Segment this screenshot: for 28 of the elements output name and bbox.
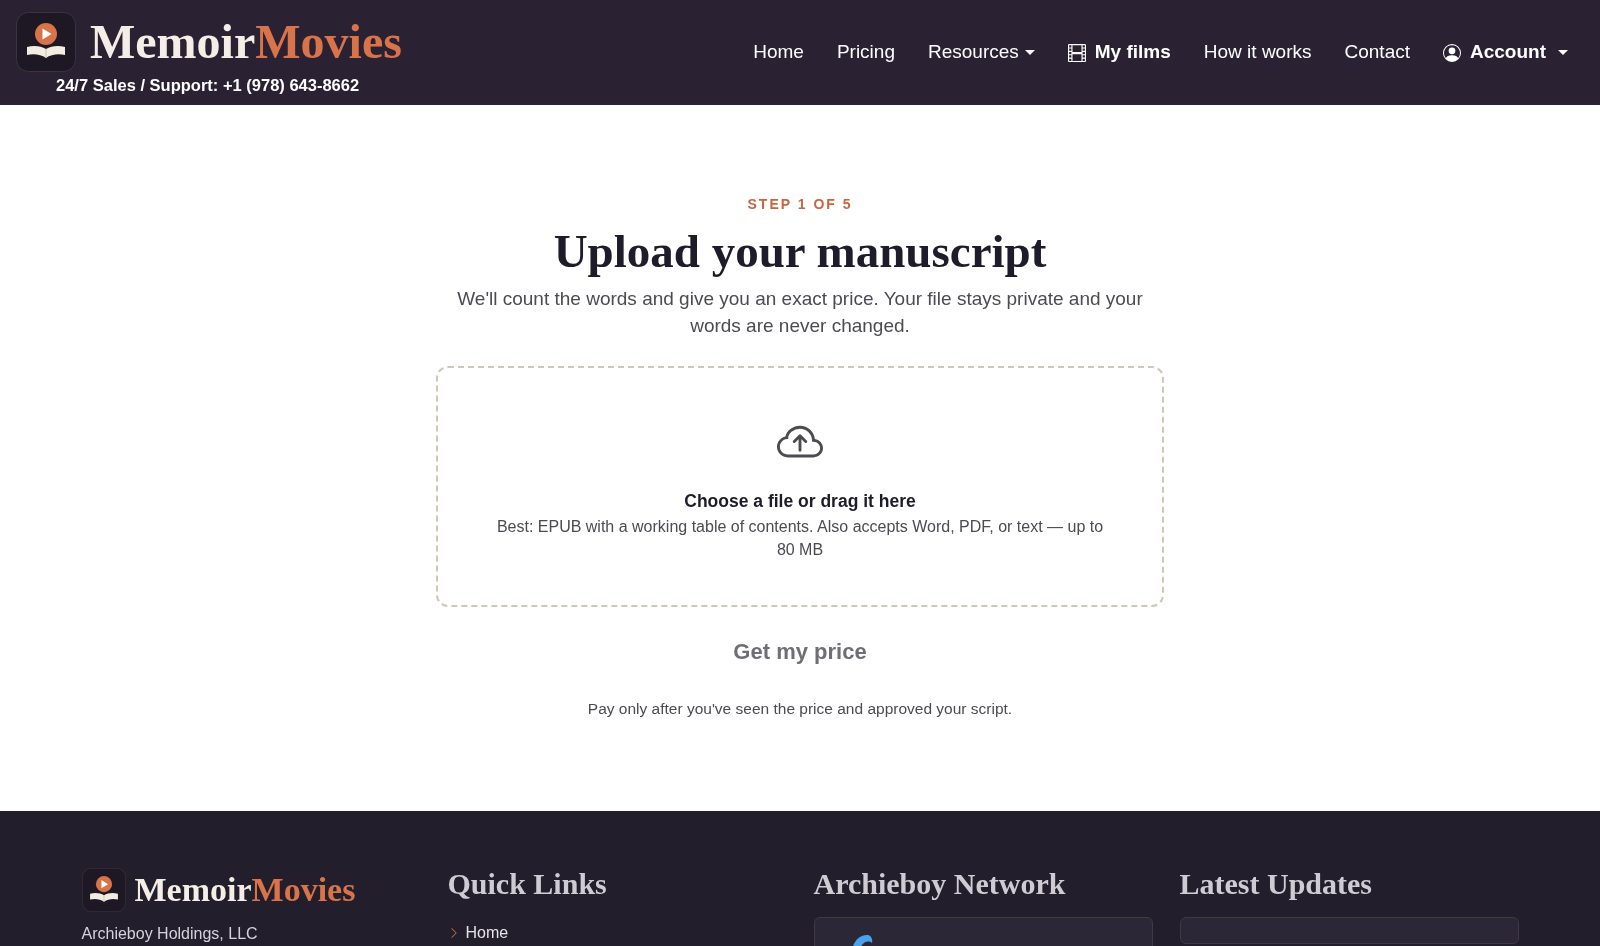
nav-link[interactable]: Pricing [836,38,895,67]
nav-link[interactable]: Contact [1344,38,1410,67]
nav-link[interactable]: How it works [1203,38,1312,67]
payment-note: Pay only after you've seen the price and approved your script. [587,699,1013,719]
nav-link[interactable]: Home [753,38,804,67]
brand-wordmark[interactable]: MemoirMovies [90,18,402,66]
logo-icon [81,868,126,912]
user-icon [1443,43,1461,62]
dropzone-hint: Best: EPUB with a working table of contents. Also accepts Word, PDF, or text — up to 80 MB [495,517,1105,560]
footer-heading: Latest Updates [1179,866,1373,902]
dropzone-heading: Choose a file or drag it here [684,490,916,513]
company-name: Archieboy Holdings, LLC [81,924,259,944]
nav-link[interactable]: My films [1067,38,1171,67]
film-icon [1067,43,1086,62]
intro-text: We'll count the words and give you an exact price. Your file stays private and your words are never changed. [456,287,1144,338]
footer-heading: Archieboy Network [813,866,1067,902]
caret-icon [1558,50,1568,55]
footer-wordmark[interactable]: MemoirMovies [134,873,356,907]
file-dropzone[interactable]: Choose a file or drag it here Best: EPUB with a working table of contents. Also accepts Word, PDF, or text — up to 80 MB [436,366,1164,607]
support-phone: 24/7 Sales / Support: +1 (978) 643-8662 [55,75,361,95]
step-label: STEP 1 OF 5 [747,195,853,213]
account-menu[interactable]: Account [1443,38,1568,67]
footer-link[interactable]: Home [465,922,509,944]
footer-heading: Quick Links [447,866,608,902]
caret-icon [1024,50,1035,55]
nav-menu[interactable]: Resources [927,38,1035,67]
logo-icon [16,12,76,72]
page-title: Upload your manuscript [553,224,1047,279]
